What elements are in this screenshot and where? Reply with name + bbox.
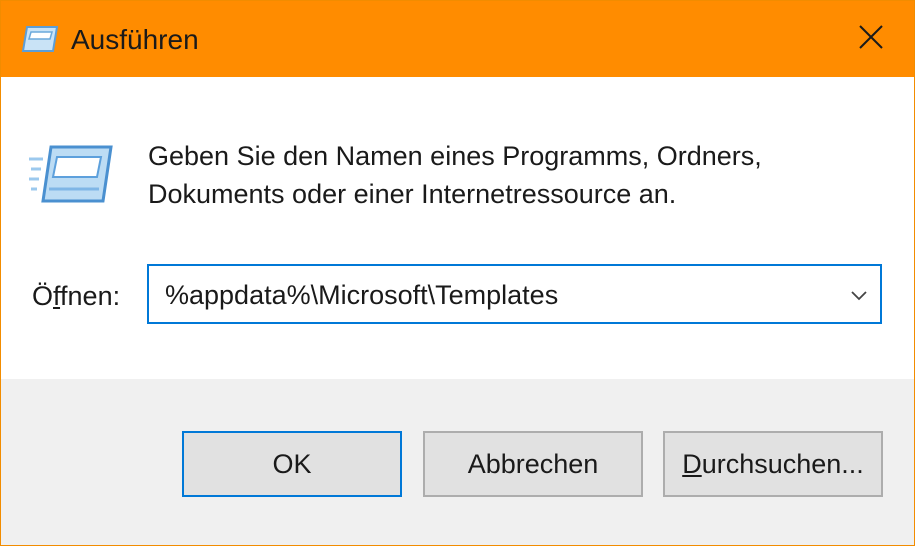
- cancel-button[interactable]: Abbrechen: [423, 431, 643, 497]
- open-label-accesskey: f: [53, 281, 61, 311]
- close-button[interactable]: [828, 1, 914, 77]
- browse-accesskey: D: [682, 449, 702, 479]
- run-dialog-icon: [21, 25, 59, 53]
- instruction-line-2: Dokuments oder einer Internetressource a…: [148, 179, 677, 209]
- open-input[interactable]: %appdata%\Microsoft\Templates: [165, 278, 558, 312]
- run-dialog-icon: [29, 143, 113, 205]
- open-combobox[interactable]: %appdata%\Microsoft\Templates: [147, 264, 882, 324]
- dialog-content: Geben Sie den Namen eines Programms, Ord…: [1, 77, 914, 379]
- chevron-down-icon[interactable]: [846, 282, 872, 308]
- open-label-rest: fnen:: [60, 281, 121, 311]
- open-label: Öffnen:: [32, 279, 120, 313]
- browse-button[interactable]: Durchsuchen...: [663, 431, 883, 497]
- window-title: Ausführen: [71, 24, 199, 55]
- title-bar[interactable]: Ausführen: [1, 1, 914, 77]
- run-dialog: Ausführen Geben Sie den Namen eines Prog…: [0, 0, 915, 546]
- ok-button[interactable]: OK: [182, 431, 402, 497]
- open-label-prefix: Ö: [32, 281, 54, 311]
- button-bar: OK Abbrechen Durchsuchen...: [1, 379, 914, 545]
- instruction-text: Geben Sie den Namen eines Programms, Ord…: [148, 137, 888, 213]
- close-icon: [858, 24, 884, 55]
- browse-label-rest: urchsuchen...: [701, 449, 864, 479]
- instruction-line-1: Geben Sie den Namen eines Programms, Ord…: [148, 141, 762, 171]
